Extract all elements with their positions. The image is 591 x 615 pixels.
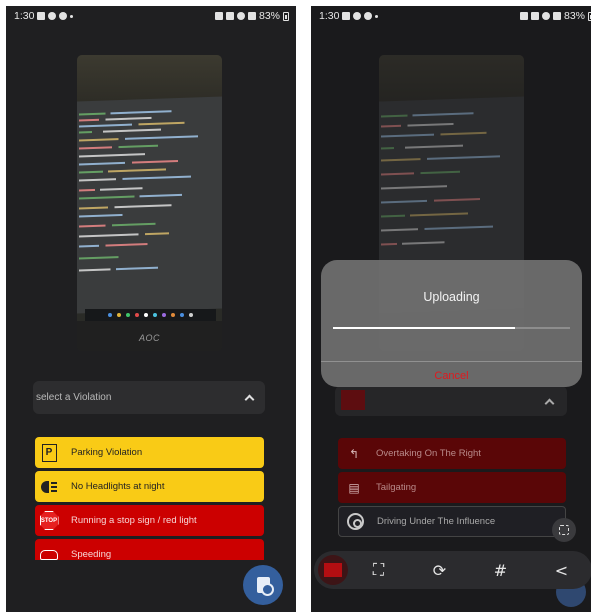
signal-icon — [552, 12, 561, 20]
tailgating-cars-icon: ▤ — [348, 480, 360, 495]
violation-select[interactable]: select a Violation — [33, 381, 265, 414]
violation-item-overtaking[interactable]: ↰ Overtaking On The Right — [338, 438, 566, 469]
battery-icon — [283, 11, 289, 21]
mute-icon — [530, 12, 539, 20]
battery-percent: 83% — [563, 10, 585, 22]
speed-car-icon — [39, 545, 59, 561]
violation-select-placeholder: select a Violation — [36, 392, 112, 403]
steering-wheel-icon — [345, 513, 365, 531]
upload-progress-fill — [333, 327, 516, 329]
screenshot-toolbar: ⛶ ⟳ # < — [314, 551, 591, 589]
app-icon — [353, 12, 362, 20]
phone-screen-left: 1:30 83% AOC select a Violation P Parkin… — [6, 6, 296, 612]
violation-label: Running a stop sign / red light — [71, 515, 197, 526]
violation-label: Driving Under The Influence — [377, 516, 496, 527]
parking-sign-icon: P — [39, 443, 59, 463]
document-icon — [256, 577, 274, 596]
violation-label: Speeding — [71, 549, 112, 560]
gallery-icon — [37, 12, 46, 20]
share-icon[interactable]: < — [531, 561, 591, 580]
alarm-icon — [214, 12, 223, 20]
headlight-icon — [39, 477, 59, 497]
violation-label: Parking Violation — [71, 447, 143, 458]
gallery-icon — [342, 12, 351, 20]
status-bar: 1:30 83% — [311, 6, 591, 26]
chevron-up-icon — [244, 394, 255, 405]
violation-select[interactable] — [335, 386, 567, 416]
scan-icon[interactable]: ⛶ — [348, 560, 409, 580]
submit-report-button[interactable] — [243, 565, 283, 605]
dot-icon — [70, 14, 74, 18]
hashtag-icon[interactable]: # — [470, 561, 531, 580]
violation-item-stop-sign[interactable]: STOP Running a stop sign / red light — [35, 505, 264, 536]
upload-dialog-title: Uploading — [423, 290, 480, 304]
wifi-icon — [236, 12, 245, 20]
wifi-icon — [541, 12, 550, 20]
violation-list: P Parking Violation No Headlights at nig… — [35, 437, 264, 560]
violation-list: ↰ Overtaking On The Right ▤ Tailgating D… — [338, 438, 566, 540]
upload-progress-track — [333, 327, 570, 329]
chevron-up-icon — [544, 398, 555, 409]
captured-photo-preview[interactable]: AOC — [77, 55, 222, 351]
screenshot-thumbnail[interactable] — [318, 555, 348, 585]
violation-label: Overtaking On The Right — [376, 448, 481, 459]
mute-icon — [225, 12, 234, 20]
upload-dialog: Uploading Cancel — [321, 260, 582, 387]
rotate-edit-icon[interactable]: ⟳ — [409, 561, 470, 580]
scan-text-icon — [559, 525, 569, 535]
overtake-arrow-icon: ↰ — [348, 446, 360, 461]
stop-sign-icon: STOP — [39, 511, 59, 531]
violation-item-dui[interactable]: Driving Under The Influence — [338, 506, 566, 537]
dot-icon — [375, 14, 379, 18]
status-time: 1:30 — [14, 10, 35, 22]
text-scan-button[interactable] — [552, 518, 576, 542]
signal-icon — [247, 12, 256, 20]
location-icon — [59, 12, 68, 20]
battery-percent: 83% — [258, 10, 280, 22]
monitor-taskbar — [85, 309, 216, 321]
violation-item-parking[interactable]: P Parking Violation — [35, 437, 264, 468]
phone-screen-right: 1:30 83% ↰ Overtaking On The Right ▤ Tai… — [311, 6, 591, 612]
alarm-icon — [519, 12, 528, 20]
violation-item-tailgating[interactable]: ▤ Tailgating — [338, 472, 566, 503]
monitor-brand: AOC — [138, 333, 160, 343]
violation-label: Tailgating — [376, 482, 417, 493]
status-time: 1:30 — [319, 10, 340, 22]
selected-violation-thumbnail — [341, 390, 365, 410]
violation-item-headlights[interactable]: No Headlights at night — [35, 471, 264, 502]
app-icon — [48, 12, 57, 20]
status-bar: 1:30 83% — [6, 6, 296, 26]
violation-item-speeding[interactable]: Speeding — [35, 539, 264, 560]
monitor-code-screen — [77, 96, 222, 314]
location-icon — [364, 12, 373, 20]
cancel-upload-button[interactable]: Cancel — [321, 370, 582, 382]
violation-label: No Headlights at night — [71, 481, 165, 492]
